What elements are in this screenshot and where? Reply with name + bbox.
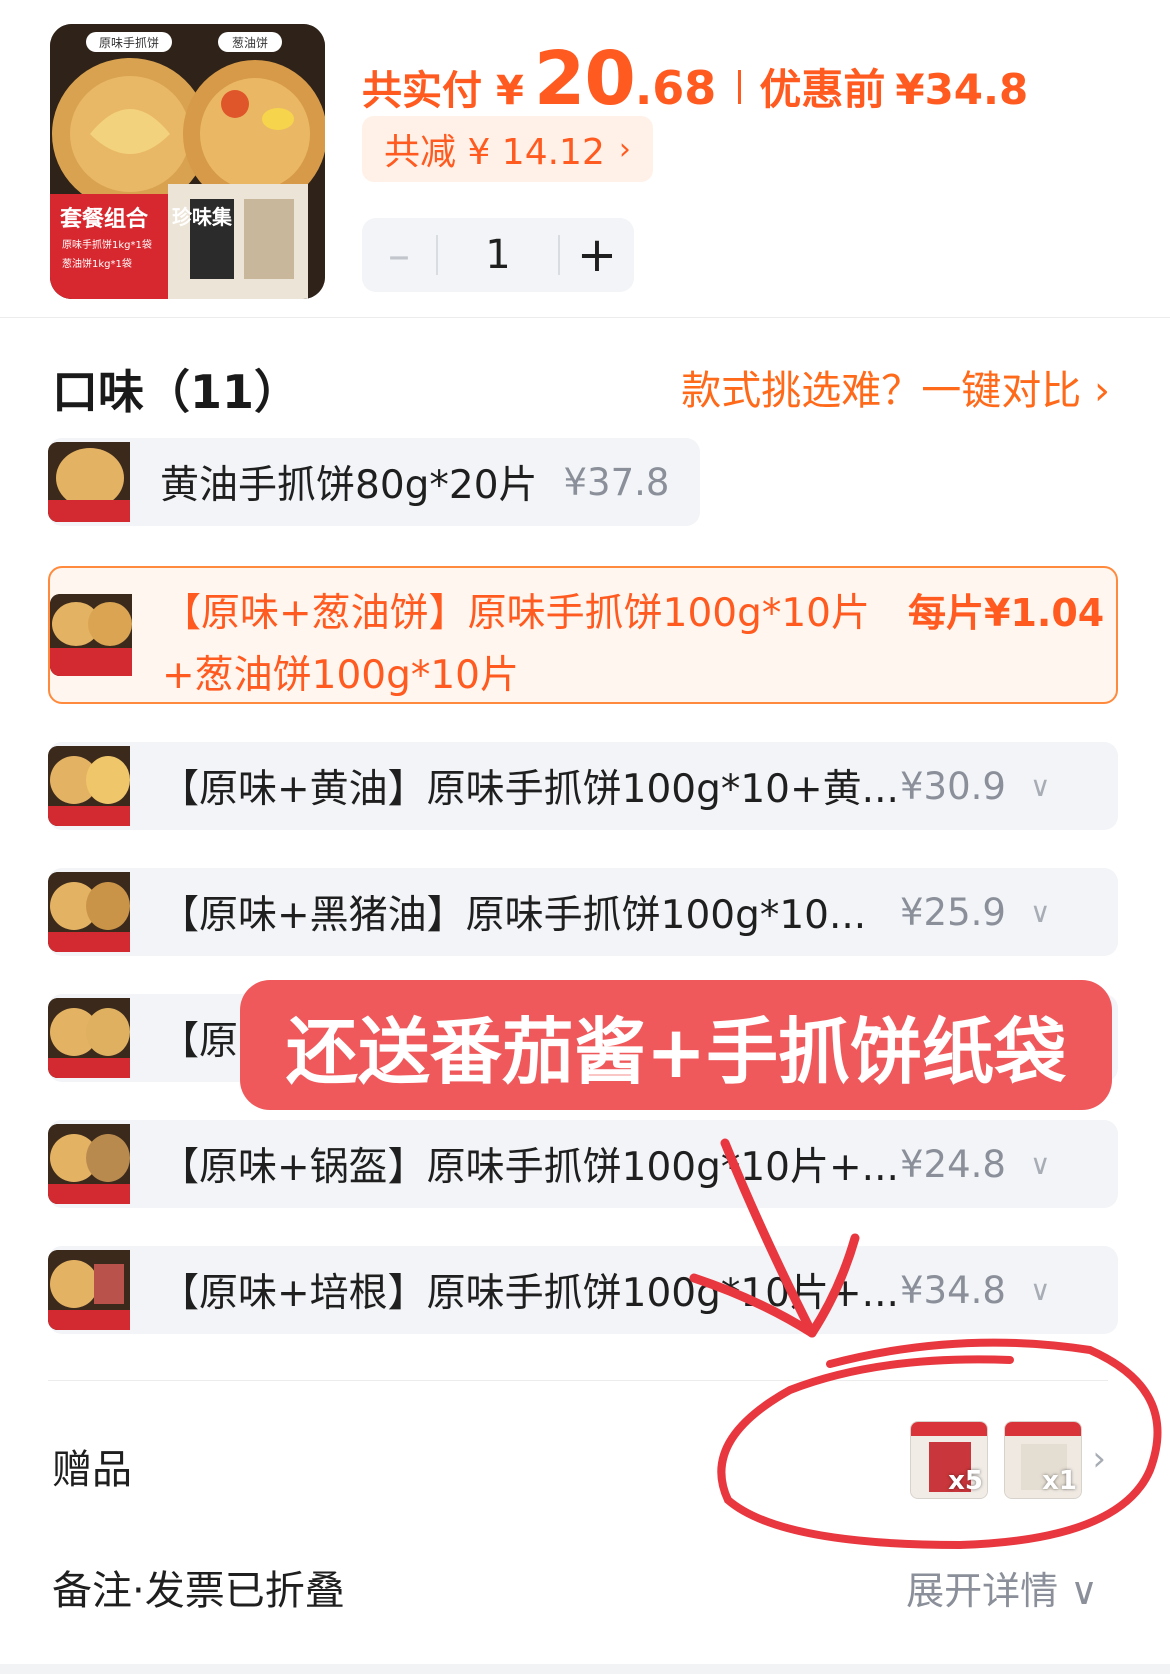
chevron-right-icon: › (1092, 1439, 1106, 1479)
option-price: ¥34.8 (900, 1268, 1006, 1312)
option-name: 【原味+锅盔】原味手抓饼100g*10片+... (160, 1145, 899, 1190)
thumb-line-1: 原味手抓饼1kg*1袋 (62, 238, 152, 251)
flavor-option[interactable]: 【原味+黑猪油】原味手抓饼100g*10... ¥25.9 ∨ (48, 868, 1118, 956)
original-price: ¥34.8 (895, 65, 1029, 114)
original-price-label: 优惠前 (759, 65, 886, 114)
gift-count: x1 (1042, 1466, 1077, 1496)
option-price: ¥37.8 (563, 460, 670, 504)
option-price: ¥25.9 (900, 890, 1006, 934)
option-thumbnail (50, 594, 132, 676)
flavor-section-title: 口味（11） (52, 365, 301, 419)
flavor-option[interactable]: 黄油手抓饼80g*20片 ¥37.8 (48, 438, 700, 526)
thumb-badge-2: 葱油饼 (232, 36, 268, 50)
flavor-option[interactable]: 【原味+黄油】原味手抓饼100g*10+黄... ¥30.9 ∨ (48, 742, 1118, 830)
notes-label: 备注·发票已折叠 (52, 1568, 345, 1614)
gift-label: 赠品 (52, 1447, 132, 1493)
option-name-line2: +葱油饼100g*10片 (162, 653, 519, 698)
chevron-down-icon: ∨ (1029, 1273, 1051, 1307)
option-thumbnail (48, 998, 130, 1078)
bottom-divider (0, 1664, 1170, 1674)
notes-invoice-row[interactable]: 备注·发票已折叠 展开详情 ∨ (48, 1540, 1108, 1640)
chevron-right-icon: › (618, 131, 631, 167)
order-header: 原味手抓饼 葱油饼 套餐组合 原味手抓饼1kg*1袋 葱油饼1kg*1袋 珍味集… (0, 0, 1170, 318)
quantity-value[interactable]: 1 (438, 232, 558, 278)
flavor-option[interactable]: 【原味+培根】原味手抓饼100g*10片+... ¥34.8 ∨ (48, 1246, 1118, 1334)
product-thumbnail[interactable]: 原味手抓饼 葱油饼 套餐组合 原味手抓饼1kg*1袋 葱油饼1kg*1袋 珍味集 (50, 24, 325, 299)
decrement-button[interactable]: – (362, 230, 436, 281)
option-name: 【原味+黄油】原味手抓饼100g*10+黄... (160, 767, 899, 812)
option-name: 【原味+培根】原味手抓饼100g*10片+... (160, 1271, 899, 1316)
discount-text: 共减 ¥ 14.12 (384, 132, 605, 173)
compare-link[interactable]: 款式挑选难？一键对比 › (681, 358, 1110, 416)
paid-decimal: .68 (634, 61, 717, 115)
increment-button[interactable]: + (560, 227, 634, 283)
gift-item-paper-bag: x1 (1004, 1421, 1082, 1499)
promo-banner: 还送番茄酱+手抓饼纸袋 (240, 980, 1112, 1110)
option-thumbnail (48, 1250, 130, 1330)
product-image: 原味手抓饼 葱油饼 套餐组合 原味手抓饼1kg*1袋 葱油饼1kg*1袋 珍味集 (50, 24, 325, 299)
flavor-option[interactable]: 【原味+锅盔】原味手抓饼100g*10片+... ¥24.8 ∨ (48, 1120, 1118, 1208)
option-text: 【原味+葱油饼】原味手抓饼100g*10片 每片¥1.04 +葱油饼100g*1… (162, 582, 1104, 700)
flavor-option-selected[interactable]: 【原味+葱油饼】原味手抓饼100g*10片 每片¥1.04 +葱油饼100g*1… (48, 566, 1118, 704)
option-price: ¥30.9 (900, 764, 1006, 808)
option-name: 【原味+葱油饼】原味手抓饼100g*10片 (162, 591, 870, 636)
option-thumbnail (48, 746, 130, 826)
thumb-line-2: 葱油饼1kg*1袋 (62, 257, 132, 270)
option-thumbnail (48, 1124, 130, 1204)
option-name: 【原味+黑猪油】原味手抓饼100g*10... (160, 893, 867, 938)
quantity-stepper: – 1 + (362, 218, 634, 292)
expand-details-link[interactable]: 展开详情 ∨ (906, 1560, 1098, 1615)
thumb-combo-label: 套餐组合 (60, 206, 149, 232)
option-name: 黄油手抓饼80g*20片 (160, 463, 538, 508)
gift-item-ketchup: x5 (910, 1421, 988, 1499)
chevron-down-icon: ∨ (1029, 895, 1051, 929)
gift-row[interactable]: 赠品 x5 x1 › (48, 1380, 1108, 1540)
option-price: 每片¥1.04 (908, 591, 1105, 635)
discount-chip[interactable]: 共减 ¥ 14.12 › (362, 116, 653, 182)
option-price: ¥24.8 (900, 1142, 1006, 1186)
gift-count: x5 (948, 1466, 983, 1496)
thumb-brand: 珍味集 (172, 205, 233, 229)
paid-integer: 20 (533, 36, 636, 122)
option-thumbnail (48, 442, 130, 522)
thumb-badge-1: 原味手抓饼 (99, 36, 159, 50)
paid-label: 共实付 (362, 68, 482, 114)
chevron-down-icon: ∨ (1029, 1147, 1051, 1181)
option-thumbnail (48, 872, 130, 952)
option-name: 【原 (160, 1019, 239, 1064)
paid-price: 共实付 ¥ 20 .68 优惠前 ¥34.8 (362, 36, 1028, 122)
currency-symbol: ¥ (496, 68, 524, 114)
chevron-down-icon: ∨ (1029, 769, 1051, 803)
price-divider (738, 70, 742, 104)
